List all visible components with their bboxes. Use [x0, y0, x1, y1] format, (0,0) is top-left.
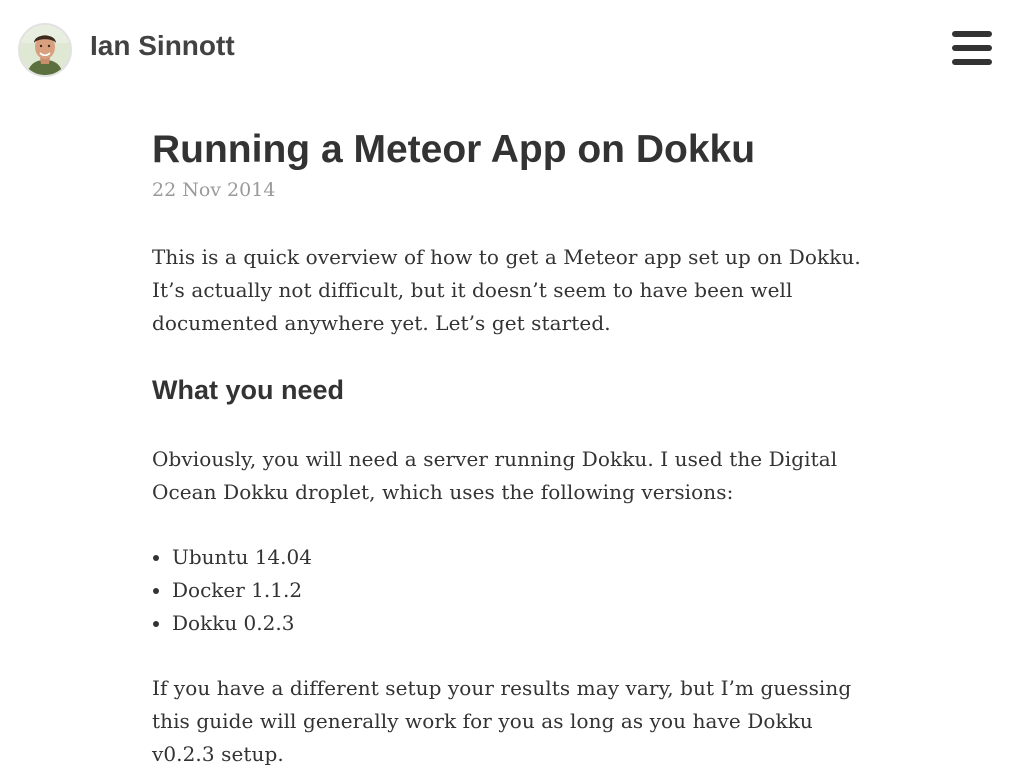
site-title-link[interactable]: Ian Sinnott — [90, 29, 235, 63]
versions-list: Ubuntu 14.04 Docker 1.1.2 Dokku 0.2.3 — [152, 541, 876, 640]
menu-button[interactable] — [948, 28, 996, 68]
requirements-paragraph: Obviously, you will need a server runnin… — [152, 447, 838, 504]
site-header: Ian Sinnott — [0, 0, 1024, 96]
post-title: Running a Meteor App on Dokku — [152, 128, 756, 171]
list-item: Dokku 0.2.3 — [172, 607, 876, 640]
list-item: Ubuntu 14.04 — [172, 541, 876, 574]
results-paragraph: If you have a different setup your resul… — [152, 676, 852, 766]
section-heading: What you need — [152, 375, 345, 405]
post-article: Running a Meteor App on Dokku 22 Nov 201… — [152, 124, 876, 768]
post-body: This is a quick overview of how to get a… — [152, 241, 876, 768]
intro-paragraph: This is a quick overview of how to get a… — [152, 245, 861, 335]
avatar-photo-icon — [20, 25, 70, 75]
list-item: Docker 1.1.2 — [172, 574, 876, 607]
avatar[interactable] — [18, 23, 72, 77]
post-date: 22 Nov 2014 — [152, 179, 276, 201]
